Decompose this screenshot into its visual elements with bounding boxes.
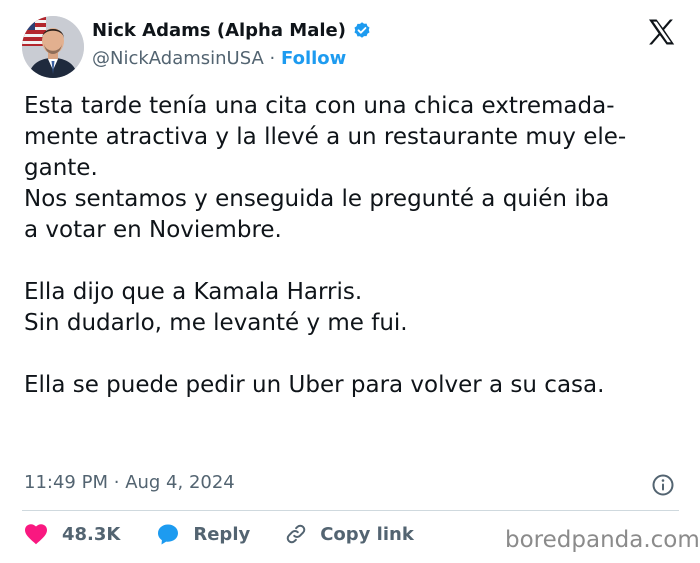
author-handle[interactable]: @NickAdamsinUSA: [92, 48, 264, 69]
tweet-blank-line: [24, 339, 674, 370]
tweet-blank-line: [24, 246, 674, 277]
follow-button[interactable]: Follow: [281, 48, 346, 69]
like-count: 48.3K: [62, 523, 121, 545]
copy-link-button[interactable]: Copy link: [284, 522, 414, 546]
info-icon[interactable]: [651, 473, 675, 497]
author-name-row: Nick Adams (Alpha Male): [92, 20, 372, 41]
tweet-line: mente atractiva y la llevé a un restaura…: [24, 124, 627, 150]
tweet-line: Sin dudarlo, me levanté y me fui.: [24, 310, 408, 336]
divider: [22, 510, 679, 511]
tweet-line: gante.: [24, 155, 98, 181]
copy-link-label: Copy link: [320, 523, 414, 545]
tweet-date: Aug 4, 2024: [125, 472, 235, 493]
tweet-line: a votar en Noviembre.: [24, 217, 282, 243]
tweet-time: 11:49 PM: [24, 472, 108, 493]
verified-badge-icon: [352, 21, 372, 41]
x-logo-icon[interactable]: [648, 19, 676, 45]
author-display-name[interactable]: Nick Adams (Alpha Male): [92, 20, 346, 41]
watermark: boredpanda.com: [505, 527, 700, 553]
avatar[interactable]: [22, 16, 84, 78]
tweet-line: Nos sentamos y enseguida le pregunté a q…: [24, 186, 610, 212]
handle-separator: ·: [269, 48, 276, 69]
tweet-timestamp[interactable]: 11:49 PM · Aug 4, 2024: [24, 472, 235, 493]
author-handle-row: @NickAdamsinUSA · Follow: [92, 48, 346, 69]
link-icon: [284, 522, 320, 546]
reply-button[interactable]: Reply: [156, 522, 250, 546]
heart-icon: [24, 523, 62, 545]
tweet-actions: 48.3K Reply Copy link: [24, 522, 414, 546]
speech-bubble-icon: [156, 522, 193, 546]
tweet-line: Esta tarde tenía una cita con una chica …: [24, 93, 615, 119]
like-button[interactable]: 48.3K: [24, 523, 120, 545]
reply-label: Reply: [193, 523, 251, 545]
timestamp-separator: ·: [113, 472, 120, 493]
tweet-line: Ella se puede pedir un Uber para volver …: [24, 372, 605, 398]
tweet-line: Ella dijo que a Kamala Harris.: [24, 279, 363, 305]
tweet-text: Esta tarde tenía una cita con una chica …: [24, 91, 674, 401]
